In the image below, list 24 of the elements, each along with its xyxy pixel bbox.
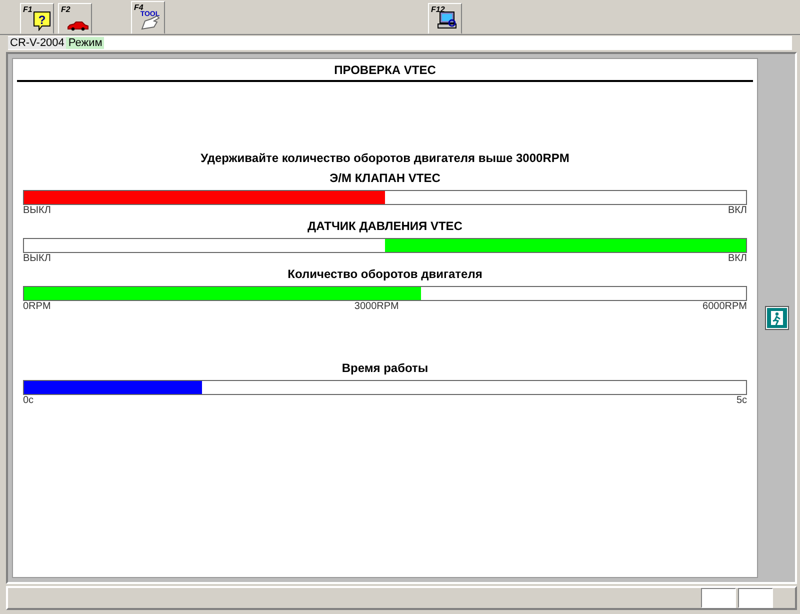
scale-label: ВЫКЛ — [23, 205, 51, 218]
gauge-label: Время работы — [340, 361, 430, 377]
car-icon — [67, 21, 89, 31]
gauge-label: ДАТЧИК ДАВЛЕНИЯ VTEC — [306, 219, 464, 235]
scale-label: 6000RPM — [702, 301, 747, 314]
scale-label: 5с — [736, 395, 747, 408]
scale-label: ВЫКЛ — [23, 253, 51, 266]
instruction-text: Удерживайте количество оборотов двигателя выше 3000RPM — [200, 151, 570, 167]
exit-button[interactable] — [764, 306, 788, 330]
panel-title: ПРОВЕРКА VTEC — [17, 59, 753, 82]
gauge-label: Количество оборотов двигателя — [286, 267, 484, 283]
help-icon: ? — [33, 11, 51, 31]
function-tab[interactable]: F2 — [58, 3, 92, 34]
function-tab[interactable]: F1 ? — [20, 3, 54, 34]
gauge-label: Э/М КЛАПАН VTEC — [328, 171, 442, 187]
scale-label: ВКЛ — [728, 253, 747, 266]
scale-label: 3000RPM — [354, 301, 399, 314]
exit-icon — [766, 308, 786, 328]
scale-label: 0с — [23, 395, 34, 408]
vehicle-label: CR-V-2004 — [8, 37, 66, 49]
mode-label: Режим — [66, 37, 104, 49]
scale-label: 0RPM — [23, 301, 51, 314]
scale-label: ВКЛ — [728, 205, 747, 218]
computer-icon — [437, 11, 459, 31]
